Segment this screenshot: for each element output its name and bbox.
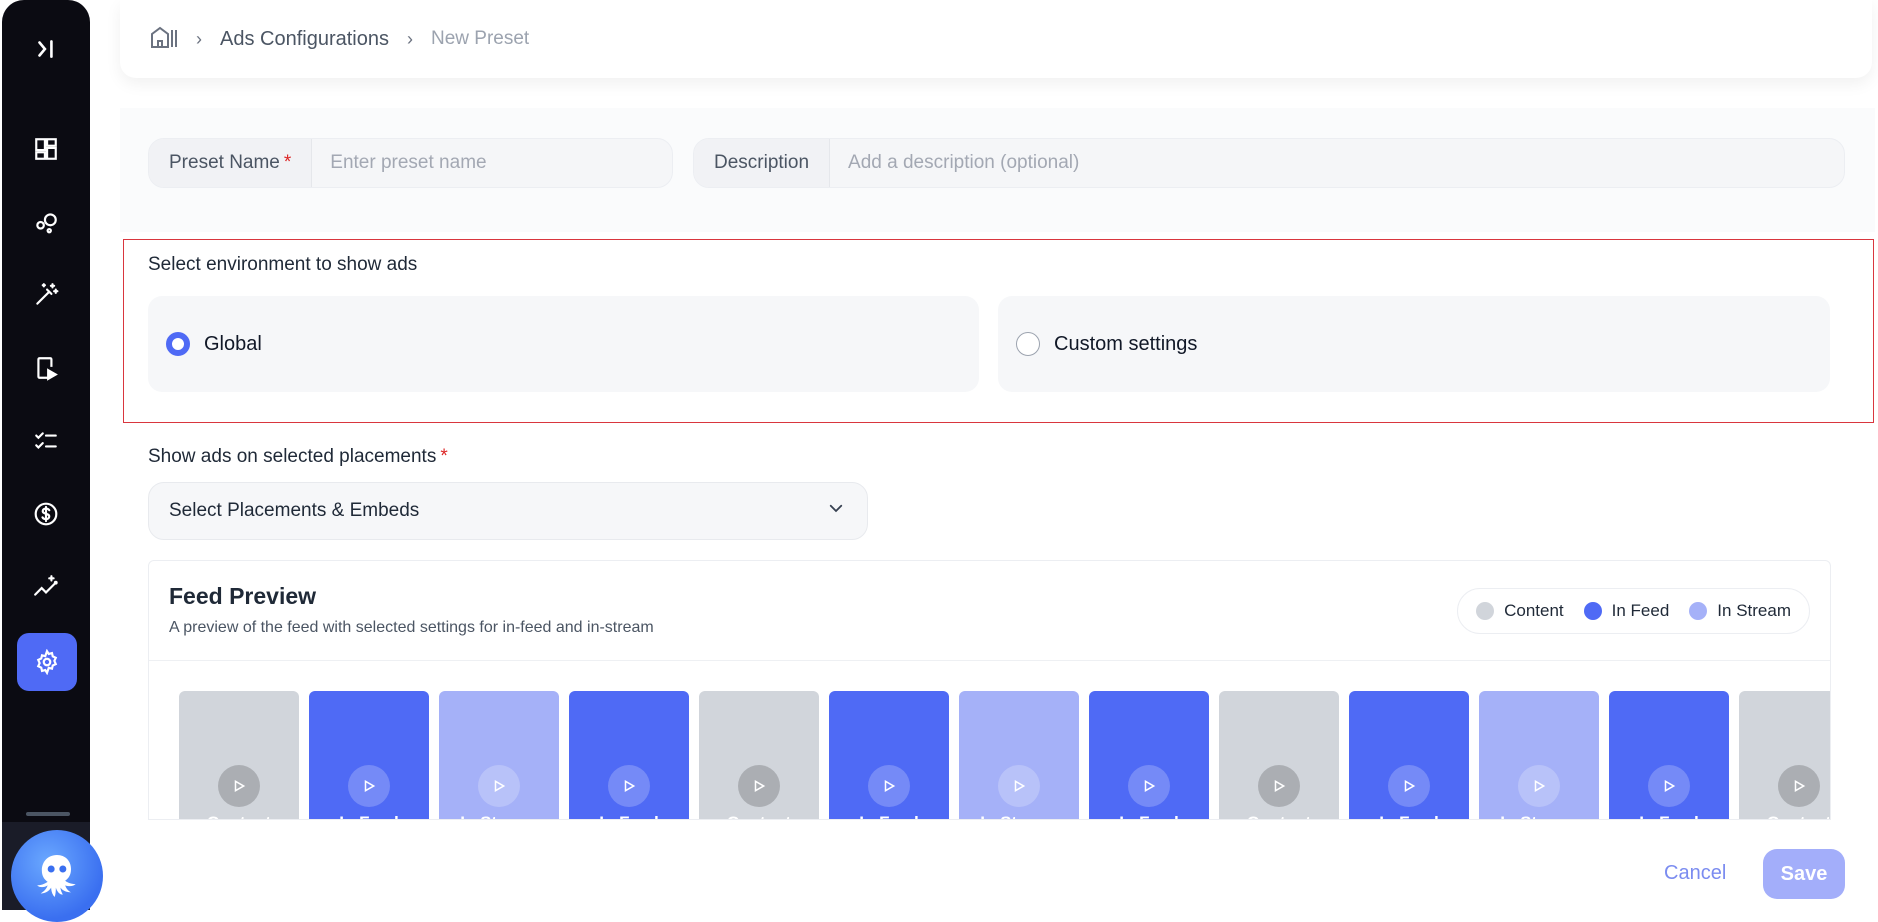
- feed-tile: Content: [179, 691, 299, 819]
- global-radio[interactable]: [166, 332, 190, 356]
- feed-tile-label: In Feed: [309, 813, 429, 819]
- magic-wand-icon[interactable]: [22, 271, 70, 319]
- octopus-icon: [37, 855, 76, 897]
- feed-tile-label: Content: [179, 813, 299, 819]
- description-field: Description: [693, 138, 1845, 188]
- home-icon[interactable]: [150, 25, 178, 54]
- global-label: Global: [204, 332, 262, 355]
- feed-tile: Content: [699, 691, 819, 819]
- legend-in-feed: In Feed: [1583, 601, 1669, 621]
- feed-tile: In Feed: [1089, 691, 1209, 819]
- play-icon: [218, 765, 260, 807]
- sidebar: [2, 0, 90, 910]
- feed-tile-label: In Feed: [829, 813, 949, 819]
- chevron-down-icon: [827, 499, 845, 523]
- feed-tile-label: In Stream: [1479, 813, 1599, 819]
- play-icon: [1518, 765, 1560, 807]
- play-icon: [1128, 765, 1170, 807]
- feed-preview-tiles: Content In Feed In Stream In Feed Content In …: [179, 691, 1830, 819]
- description-label: Description: [694, 139, 831, 187]
- checklist-icon[interactable]: [22, 417, 70, 465]
- feed-tile: In Stream: [439, 691, 559, 819]
- placements-title: Show ads on selected placements *: [148, 446, 448, 467]
- feed-tile: In Stream: [1479, 691, 1599, 819]
- feed-tile: In Feed: [1349, 691, 1469, 819]
- breadcrumb-current-page: New Preset: [430, 28, 530, 49]
- breadcrumb-separator: ›: [406, 28, 413, 49]
- play-icon: [478, 765, 520, 807]
- play-icon: [608, 765, 650, 807]
- expand-sidebar-icon[interactable]: [22, 25, 70, 73]
- feed-tile-label: Content: [699, 813, 819, 819]
- settings-icon[interactable]: [17, 633, 77, 691]
- breadcrumb-ads-configurations[interactable]: Ads Configurations: [220, 28, 389, 51]
- feed-tile-label: In Feed: [1609, 813, 1729, 819]
- custom-settings-radio[interactable]: [1016, 332, 1040, 356]
- placements-select-value: Select Placements & Embeds: [169, 500, 420, 521]
- preset-name-field: Preset Name *: [148, 138, 673, 188]
- feed-preview-subtitle: A preview of the feed with selected sett…: [169, 619, 654, 636]
- preset-name-input[interactable]: [312, 139, 672, 187]
- save-button[interactable]: Save: [1763, 849, 1845, 899]
- feed-tile: In Feed: [569, 691, 689, 819]
- feed-tile-label: In Feed: [1349, 813, 1469, 819]
- description-input[interactable]: [830, 139, 1844, 187]
- preset-name-label: Preset Name *: [149, 139, 313, 187]
- mobile-video-icon[interactable]: [22, 344, 70, 392]
- dashboard-icon[interactable]: [22, 125, 70, 173]
- feed-tile-label: In Feed: [1089, 813, 1209, 819]
- feed-tile-label: In Stream: [439, 813, 559, 819]
- play-icon: [738, 765, 780, 807]
- custom-settings-label: Custom settings: [1054, 332, 1198, 355]
- feed-preview-title: Feed Preview: [169, 583, 317, 609]
- feed-tile: Content: [1739, 691, 1830, 819]
- feed-tile-label: Content: [1739, 813, 1830, 819]
- bubbles-icon[interactable]: [22, 198, 70, 246]
- feed-preview-panel: Feed Preview A preview of the feed with …: [148, 560, 1831, 820]
- environment-option-global[interactable]: Global: [148, 296, 979, 392]
- feed-tile: In Feed: [309, 691, 429, 819]
- feed-tile: In Feed: [1609, 691, 1729, 819]
- legend-in-stream: In Stream: [1689, 601, 1791, 621]
- feed-tile-label: In Stream: [959, 813, 1079, 819]
- trend-sparkle-icon[interactable]: [22, 563, 70, 611]
- play-icon: [1648, 765, 1690, 807]
- sidebar-divider: [26, 812, 70, 816]
- feed-tile: In Feed: [829, 691, 949, 819]
- environment-option-custom[interactable]: Custom settings: [998, 296, 1830, 392]
- top-header: › Ads Configurations › New Preset: [120, 0, 1872, 78]
- feed-preview-legend: Content In Feed In Stream: [1457, 588, 1810, 634]
- feed-preview-header: Feed Preview A preview of the feed with …: [149, 561, 1830, 661]
- environment-title: Select environment to show ads: [148, 254, 418, 275]
- play-icon: [998, 765, 1040, 807]
- breadcrumb-separator: ›: [196, 28, 202, 49]
- legend-content: Content: [1476, 601, 1564, 621]
- play-icon: [1778, 765, 1820, 807]
- play-icon: [1258, 765, 1300, 807]
- avatar[interactable]: [11, 830, 103, 922]
- feed-tile: Content: [1219, 691, 1339, 819]
- feed-tile: In Stream: [959, 691, 1079, 819]
- cancel-button[interactable]: Cancel: [1664, 862, 1726, 885]
- play-icon: [868, 765, 910, 807]
- placements-select[interactable]: Select Placements & Embeds: [148, 482, 868, 540]
- play-icon: [1388, 765, 1430, 807]
- play-icon: [348, 765, 390, 807]
- dollar-icon[interactable]: [22, 490, 70, 538]
- feed-tile-label: In Feed: [569, 813, 689, 819]
- feed-tile-label: Content: [1219, 813, 1339, 819]
